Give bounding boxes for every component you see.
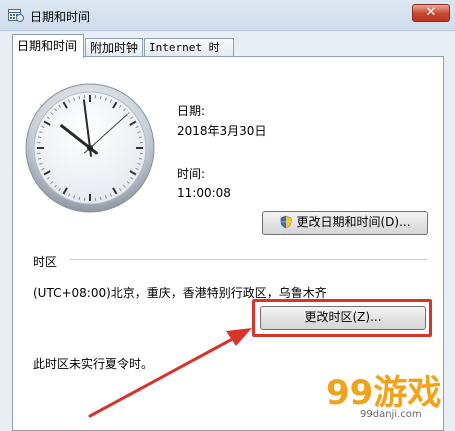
change-date-time-button[interactable]: 更改日期和时间(D)... <box>262 211 428 235</box>
clock-minute-tick <box>99 196 102 200</box>
clock-minute-tick <box>78 96 81 100</box>
timezone-section-title: 时区 <box>33 255 58 269</box>
calendar-clock-icon <box>8 9 24 22</box>
highlight-box <box>252 299 432 337</box>
time-label: 时间: <box>177 167 206 181</box>
watermark-url: 99danji.com <box>360 409 422 420</box>
site-watermark: 99游戏 99danji.com <box>310 355 450 427</box>
close-icon: ✕ <box>425 5 437 20</box>
analog-clock <box>25 83 155 213</box>
tab-internet-time[interactable]: Internet 时间 <box>144 38 234 72</box>
tab-date-time[interactable]: 日期和时间 <box>12 34 84 58</box>
section-divider <box>70 259 427 260</box>
date-label: 日期: <box>177 104 206 118</box>
dst-note: 此时区未实行夏令时。 <box>33 357 154 371</box>
clock-minute-tick <box>78 196 81 200</box>
uac-shield-icon <box>281 215 292 229</box>
tab-label: 日期和时间 <box>17 39 78 53</box>
watermark-logo: 99游戏 <box>326 373 442 413</box>
window-title: 日期和时间 <box>30 10 91 24</box>
clock-minute-tick <box>138 136 142 139</box>
title-bar: 日期和时间 ✕ <box>0 0 455 31</box>
close-button[interactable]: ✕ <box>412 4 450 22</box>
clock-minute-tick <box>38 136 42 139</box>
change-date-time-label: 更改日期和时间(D)... <box>296 215 411 229</box>
clock-minute-tick <box>38 157 42 160</box>
time-value: 11:00:08 <box>177 186 231 200</box>
tab-label: 附加时钟 <box>90 41 139 55</box>
date-value: 2018年3月30日 <box>177 124 267 138</box>
clock-minute-tick <box>99 96 102 100</box>
tab-additional-clocks[interactable]: 附加时钟 <box>85 38 143 56</box>
clock-minute-tick <box>138 157 142 160</box>
